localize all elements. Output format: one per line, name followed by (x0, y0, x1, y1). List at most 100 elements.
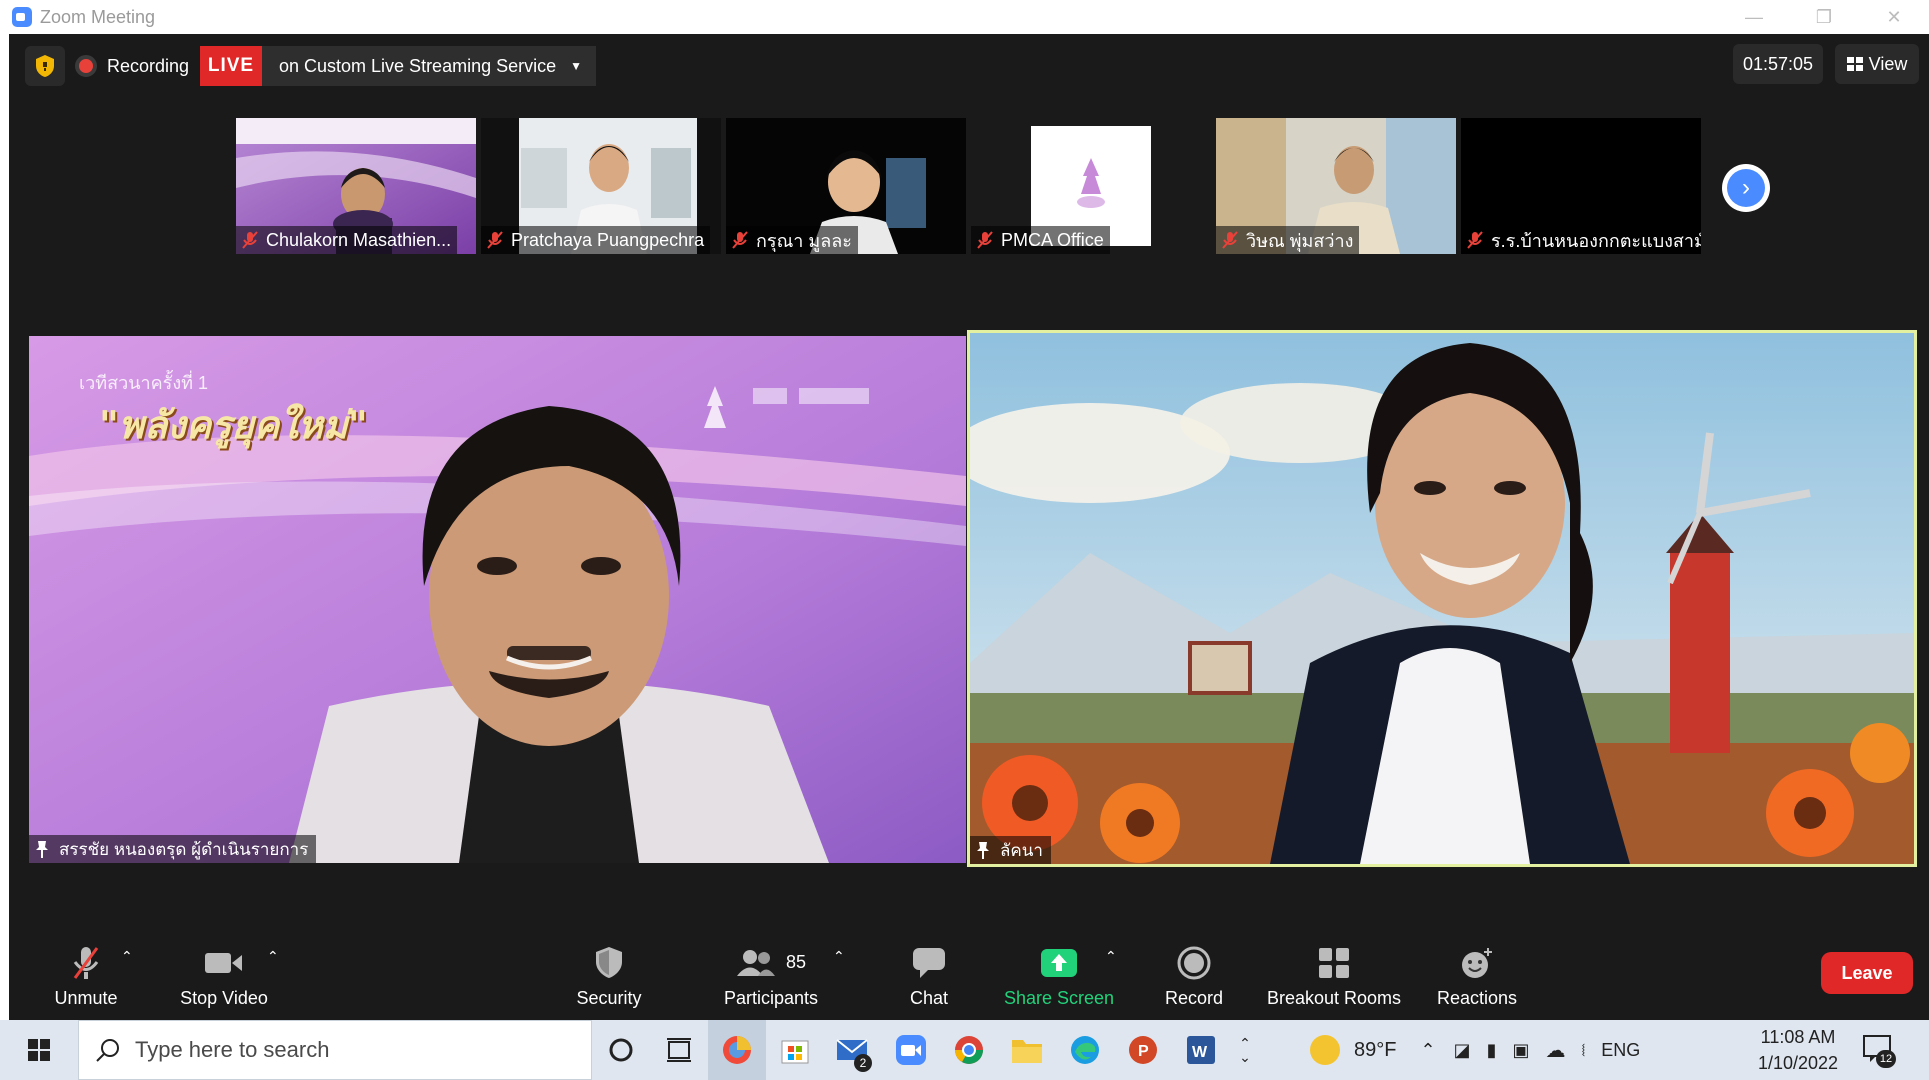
muted-mic-icon (732, 231, 748, 249)
muted-mic-icon (487, 231, 503, 249)
banner-title: "พลังครูยุคใหม่" (99, 402, 368, 447)
participant-thumbnail[interactable]: Pratchaya Puangpechra (481, 118, 721, 254)
wifi-icon[interactable]: ⧙ (1582, 1040, 1586, 1061)
show-hidden-icons-chevron-icon[interactable]: ⌃ (1420, 1040, 1435, 1061)
meeting-timer: 01:57:05 (1733, 44, 1823, 84)
participant-name: วิษณ พุ่มสว่าง (1246, 230, 1354, 251)
window-controls: — ❐ ✕ (1719, 0, 1929, 34)
window-left-edge (0, 34, 9, 1020)
photo-app-icon[interactable] (708, 1020, 766, 1080)
participant-name: สรรชัย หนองตรุด ผู้ดำเนินรายการ (59, 839, 309, 859)
security-button[interactable]: Security (554, 932, 664, 1020)
participant-thumbnail[interactable]: ร.ร.บ้านหนองกกตะแบงสามั... (1461, 118, 1701, 254)
participant-thumbnail[interactable]: PMCA Office (971, 118, 1211, 254)
next-page-button[interactable]: › (1722, 164, 1770, 212)
audio-options-caret[interactable]: ⌃ (121, 948, 133, 965)
zoom-taskbar-icon[interactable] (882, 1020, 940, 1080)
svg-text:W: W (1192, 1044, 1208, 1061)
participant-name-tag: กรุณา มูลละ (726, 226, 858, 254)
security-label: Security (576, 987, 642, 1008)
participant-name-tag: ร.ร.บ้านหนองกกตะแบงสามั... (1461, 226, 1701, 254)
live-service-label: on Custom Live Streaming Service (279, 55, 557, 76)
chat-label: Chat (909, 987, 949, 1008)
video-options-caret[interactable]: ⌃ (267, 948, 279, 965)
stop-video-button[interactable]: Stop Video (159, 932, 289, 1020)
chrome-icon[interactable] (940, 1020, 998, 1080)
muted-mic-icon (71, 944, 101, 982)
participant-thumbnail[interactable]: กรุณา มูลละ (726, 118, 966, 254)
participants-button[interactable]: 85 Participants (701, 932, 841, 1020)
taskbar-clock[interactable]: 11:08 AM 1/10/2022 (1748, 1024, 1848, 1076)
word-icon[interactable]: W (1172, 1020, 1230, 1080)
participant-name-tag: สรรชัย หนองตรุด ผู้ดำเนินรายการ (29, 835, 317, 863)
taskbar-search-box[interactable]: Type here to search (78, 1020, 592, 1080)
video-tile-host[interactable]: เวทีสวนาครั้งที่ 1 "พลังครูยุคใหม่" สรรช… (29, 336, 966, 863)
minimize-icon[interactable]: — (1719, 0, 1789, 34)
taskbar-overflow-arrows-icon[interactable]: ⌃ ⌄ (1230, 1020, 1260, 1080)
participant-name-tag: Pratchaya Puangpechra (481, 226, 711, 254)
share-screen-icon (1040, 944, 1078, 982)
leave-button[interactable]: Leave (1821, 952, 1913, 994)
video-tile-active-speaker[interactable]: ลัคนา (967, 330, 1917, 867)
banner-subtitle: เวทีสวนาครั้งที่ 1 (79, 373, 209, 393)
language-indicator[interactable]: ENG (1601, 1040, 1640, 1061)
chat-button[interactable]: Chat (889, 932, 969, 1020)
stop-video-label: Stop Video (180, 987, 268, 1008)
meeting-window: Recording LIVE on Custom Live Streaming … (9, 34, 1929, 1020)
live-streaming-control[interactable]: LIVE on Custom Live Streaming Service ▼ (200, 46, 597, 86)
reactions-button[interactable]: Reactions (1427, 932, 1527, 1020)
participant-thumbnail[interactable]: วิษณ พุ่มสว่าง (1216, 118, 1456, 254)
microsoft-store-icon[interactable] (766, 1020, 824, 1080)
microphone-tray-icon[interactable]: ▮ (1487, 1040, 1497, 1061)
restore-icon[interactable]: ❐ (1789, 0, 1859, 34)
windows-taskbar: Type here to search 2 P W ⌃⌄ 89°F ⌃ ◪ ▮ (0, 1020, 1929, 1080)
participants-options-caret[interactable]: ⌃ (833, 948, 845, 965)
svg-text:P: P (1138, 1043, 1149, 1060)
participants-label: Participants (723, 987, 819, 1008)
participant-name: Chulakorn Masathien... (266, 229, 452, 250)
unmute-label: Unmute (54, 987, 118, 1008)
meet-now-icon[interactable]: ◪ (1454, 1040, 1471, 1061)
muted-mic-icon (242, 231, 258, 249)
view-button[interactable]: View (1835, 44, 1919, 84)
participants-icon: 85 (736, 944, 806, 982)
breakout-rooms-label: Breakout Rooms (1266, 987, 1402, 1008)
participant-name: Pratchaya Puangpechra (511, 229, 705, 250)
share-screen-button[interactable]: Share Screen (994, 932, 1124, 1020)
unmute-button[interactable]: Unmute (31, 932, 141, 1020)
mail-icon[interactable]: 2 (824, 1020, 882, 1080)
record-icon (1177, 944, 1211, 982)
clock-date: 1/10/2022 (1757, 1053, 1839, 1073)
record-button[interactable]: Record (1149, 932, 1239, 1020)
cortana-icon[interactable] (592, 1020, 650, 1080)
weather-sun-icon[interactable] (1310, 1035, 1340, 1065)
live-service-dropdown[interactable]: on Custom Live Streaming Service ▼ (262, 46, 597, 86)
chat-bubble-icon (912, 944, 946, 982)
encryption-shield-icon[interactable] (25, 46, 65, 86)
notification-count: 12 (1876, 1050, 1896, 1068)
security-shield-icon (594, 944, 624, 982)
share-screen-label: Share Screen (1003, 987, 1115, 1008)
onedrive-cloud-icon[interactable]: ☁ (1546, 1038, 1566, 1063)
powerpoint-icon[interactable]: P (1114, 1020, 1172, 1080)
participant-thumbnail[interactable]: Chulakorn Masathien... (236, 118, 476, 254)
share-options-caret[interactable]: ⌃ (1105, 948, 1117, 965)
recording-indicator[interactable]: Recording (75, 46, 189, 86)
live-badge: LIVE (200, 46, 262, 86)
file-explorer-icon[interactable] (998, 1020, 1056, 1080)
search-icon (96, 1039, 119, 1062)
recording-dot-icon (75, 55, 97, 77)
task-view-icon[interactable] (650, 1020, 708, 1080)
participant-thumbnail-strip: Chulakorn Masathien... Pratchaya Puangpe… (9, 118, 1929, 254)
start-button[interactable] (0, 1020, 78, 1080)
display-tray-icon[interactable]: ▣ (1512, 1040, 1529, 1061)
breakout-rooms-button[interactable]: Breakout Rooms (1254, 932, 1414, 1020)
edge-icon[interactable] (1056, 1020, 1114, 1080)
close-icon[interactable]: ✕ (1859, 0, 1929, 34)
zoom-app-icon (12, 7, 32, 27)
weather-temp[interactable]: 89°F (1354, 1039, 1396, 1062)
speaker-video (970, 333, 1914, 864)
notification-center-icon[interactable]: 12 (1862, 1032, 1896, 1068)
video-camera-icon (204, 944, 244, 982)
caret-down-icon: ▼ (570, 59, 583, 73)
